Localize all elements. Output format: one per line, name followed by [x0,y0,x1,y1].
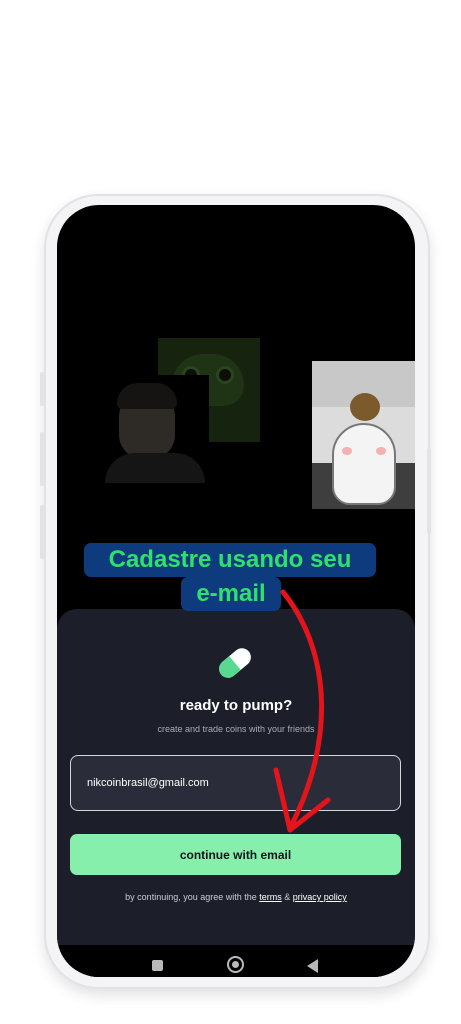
man-coin-image[interactable] [105,375,209,483]
annotation-line-1: Cadastre usando seu [84,543,376,577]
continue-with-email-button[interactable]: continue with email [70,834,401,875]
system-navbar [57,945,415,977]
sheet-subtitle: create and trade coins with your friends [157,724,315,734]
pill-icon [219,648,251,678]
sheet-title: ready to pump? [179,697,293,714]
circle-home-icon[interactable] [227,956,244,973]
dog-body [332,423,396,505]
annotation-line-2: e-mail [181,577,281,611]
volume-up-button [40,372,44,406]
volume-down-button [40,432,44,486]
man-body [105,453,205,483]
terms-link[interactable]: terms [259,892,282,902]
dog-cheek-right [376,447,386,455]
man-hair [117,383,177,409]
triangle-back-icon[interactable] [307,959,318,973]
power-button [427,448,431,534]
frog-eye-right [216,366,234,384]
signup-sheet: ready to pump? create and trade coins wi… [57,609,415,945]
side-button-lower [40,505,44,559]
email-field[interactable] [70,755,401,811]
dog-coin-image[interactable] [312,361,415,509]
square-icon[interactable] [152,960,163,971]
legal-prefix: by continuing, you agree with the [125,892,260,902]
privacy-policy-link[interactable]: privacy policy [293,892,347,902]
monkey-hat [350,393,380,421]
dog-cheek-left [342,447,352,455]
legal-text: by continuing, you agree with the terms … [57,892,415,902]
legal-amp: & [281,892,293,902]
